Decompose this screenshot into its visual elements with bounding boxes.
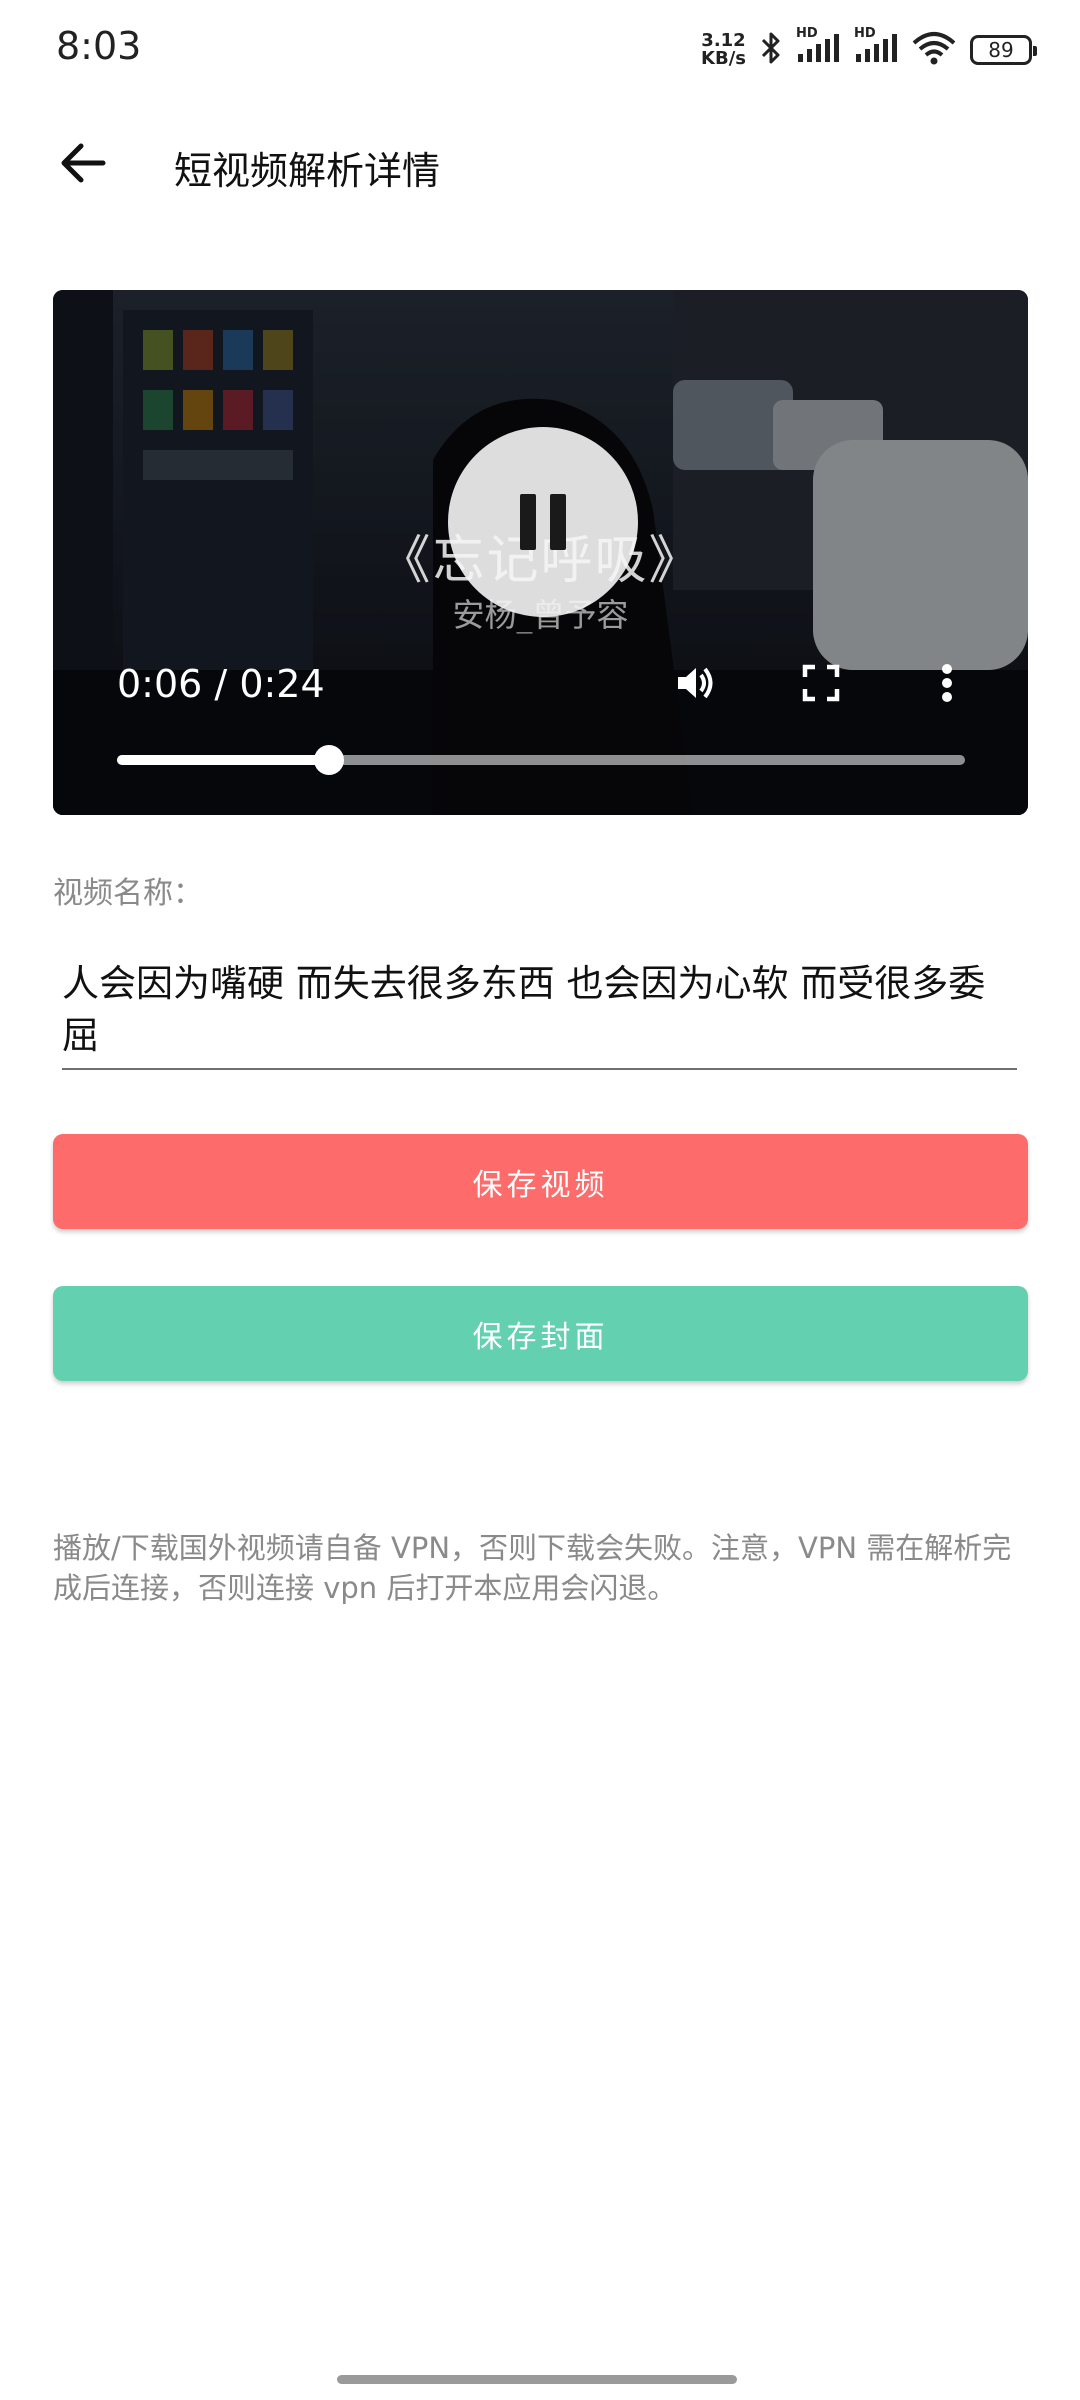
pause-button[interactable] bbox=[448, 427, 638, 617]
status-time: 8:03 bbox=[56, 24, 142, 68]
time-display: 0:06 / 0:24 bbox=[117, 662, 325, 706]
video-player[interactable]: 《忘记呼吸》 安杨_曾予容 0:06 / 0:24 bbox=[53, 290, 1028, 815]
signal-icon: HD bbox=[796, 26, 840, 68]
volume-icon bbox=[674, 661, 718, 709]
vpn-notice: 播放/下载国外视频请自备 VPN，否则下载会失败。注意，VPN 需在解析完成后连… bbox=[53, 1531, 1012, 1605]
seek-bar-thumb[interactable] bbox=[314, 745, 344, 775]
video-name-label: 视频名称： bbox=[53, 876, 203, 911]
home-indicator[interactable] bbox=[337, 2375, 737, 2384]
fullscreen-button[interactable] bbox=[793, 657, 849, 713]
back-button[interactable] bbox=[48, 130, 118, 200]
time-separator: / bbox=[202, 662, 240, 706]
seek-bar[interactable] bbox=[117, 745, 965, 775]
more-options-button[interactable] bbox=[919, 657, 975, 713]
duration: 0:24 bbox=[239, 662, 325, 706]
wifi-icon bbox=[912, 31, 956, 69]
bluetooth-icon bbox=[760, 31, 782, 69]
save-cover-button[interactable]: 保存封面 bbox=[53, 1286, 1028, 1381]
signal-icon: HD bbox=[854, 26, 898, 68]
status-icons: 3.12 KB/s HD HD 89 bbox=[701, 26, 1037, 74]
arrow-left-icon bbox=[59, 141, 107, 189]
current-time: 0:06 bbox=[117, 662, 203, 706]
seek-bar-progress bbox=[117, 755, 329, 765]
status-bar: 8:03 3.12 KB/s HD HD 89 bbox=[0, 0, 1080, 100]
save-video-button[interactable]: 保存视频 bbox=[53, 1134, 1028, 1229]
fullscreen-icon bbox=[802, 664, 840, 706]
pause-icon bbox=[520, 494, 566, 550]
video-name-input[interactable]: 人会因为嘴硬 而失去很多东西 也会因为心软 而受很多委屈 bbox=[62, 958, 1017, 1070]
page-title: 短视频解析详情 bbox=[174, 149, 441, 193]
battery-icon: 89 bbox=[970, 35, 1037, 65]
more-vert-icon bbox=[941, 663, 953, 707]
network-speed: 3.12 KB/s bbox=[701, 30, 746, 69]
volume-button[interactable] bbox=[668, 657, 724, 713]
app-header: 短视频解析详情 bbox=[0, 120, 1080, 210]
